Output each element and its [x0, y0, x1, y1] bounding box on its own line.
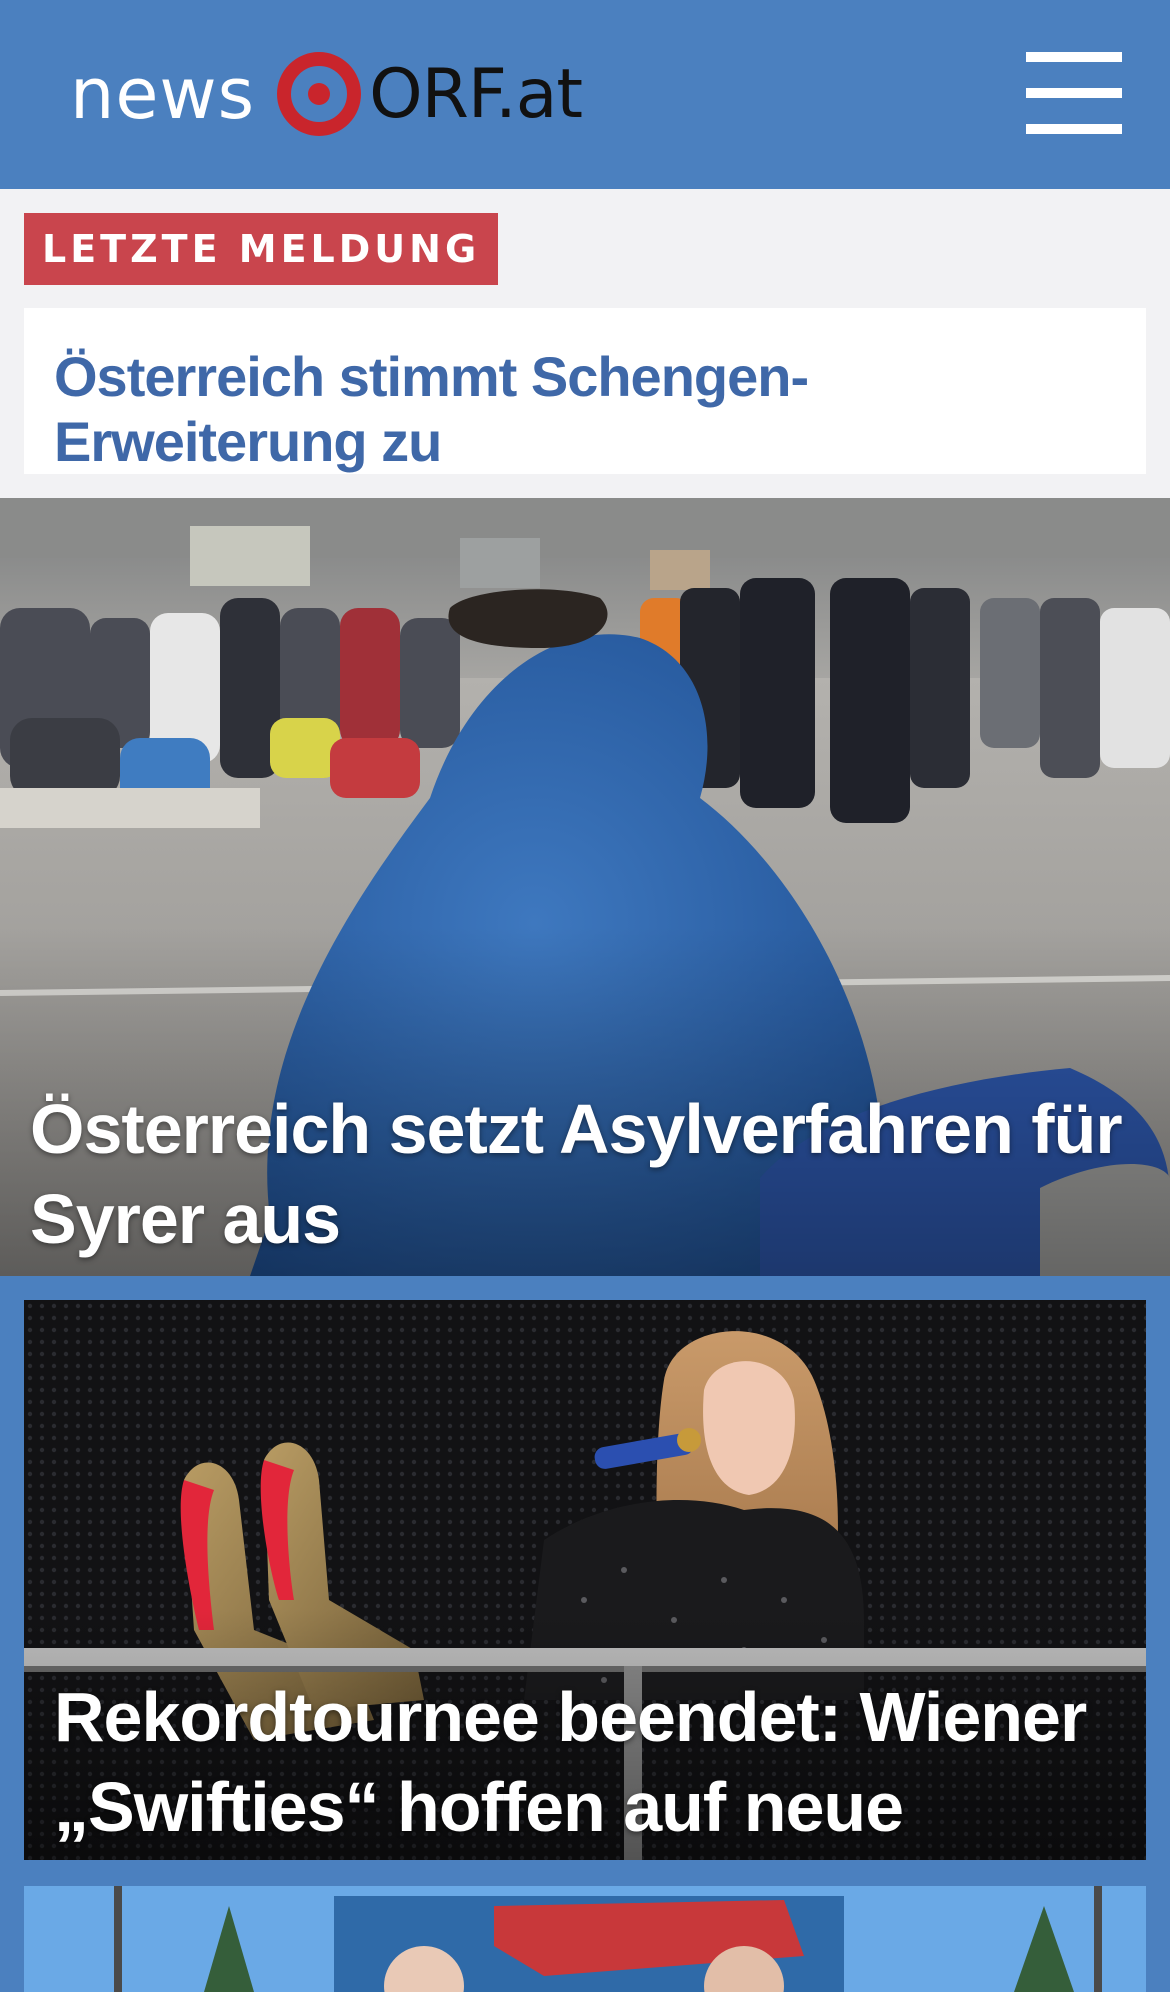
menu-bar-bottom	[1026, 124, 1122, 134]
breaking-news-card[interactable]: Österreich stimmt Schengen-Erweiterung z…	[24, 308, 1146, 474]
billboard-photo	[24, 1886, 1146, 1992]
app-header: news ORF.at	[0, 0, 1170, 189]
orf-eye-icon	[277, 52, 362, 136]
breaking-news-headline[interactable]: Österreich stimmt Schengen-Erweiterung z…	[54, 345, 809, 473]
article-card-swifties[interactable]: Rekordtournee beendet: Wiener „Swifties“…	[24, 1300, 1146, 1860]
logo-news-text: news	[70, 53, 256, 135]
hamburger-menu-icon[interactable]	[1026, 52, 1122, 134]
menu-bar-top	[1026, 52, 1122, 62]
hero-article-title[interactable]: Österreich setzt Asylverfahren für Syrer…	[30, 1084, 1140, 1264]
logo-orf-text: ORF.at	[369, 54, 583, 134]
article-card-billboard[interactable]	[24, 1886, 1146, 1992]
menu-bar-middle	[1026, 88, 1122, 98]
hero-article[interactable]: Österreich setzt Asylverfahren für Syrer…	[0, 498, 1170, 1276]
news-orf-logo[interactable]: news ORF.at	[70, 46, 583, 142]
article-title-swifties[interactable]: Rekordtournee beendet: Wiener „Swifties“…	[54, 1672, 1114, 1860]
breaking-news-badge: LETZTE MELDUNG	[24, 213, 499, 285]
